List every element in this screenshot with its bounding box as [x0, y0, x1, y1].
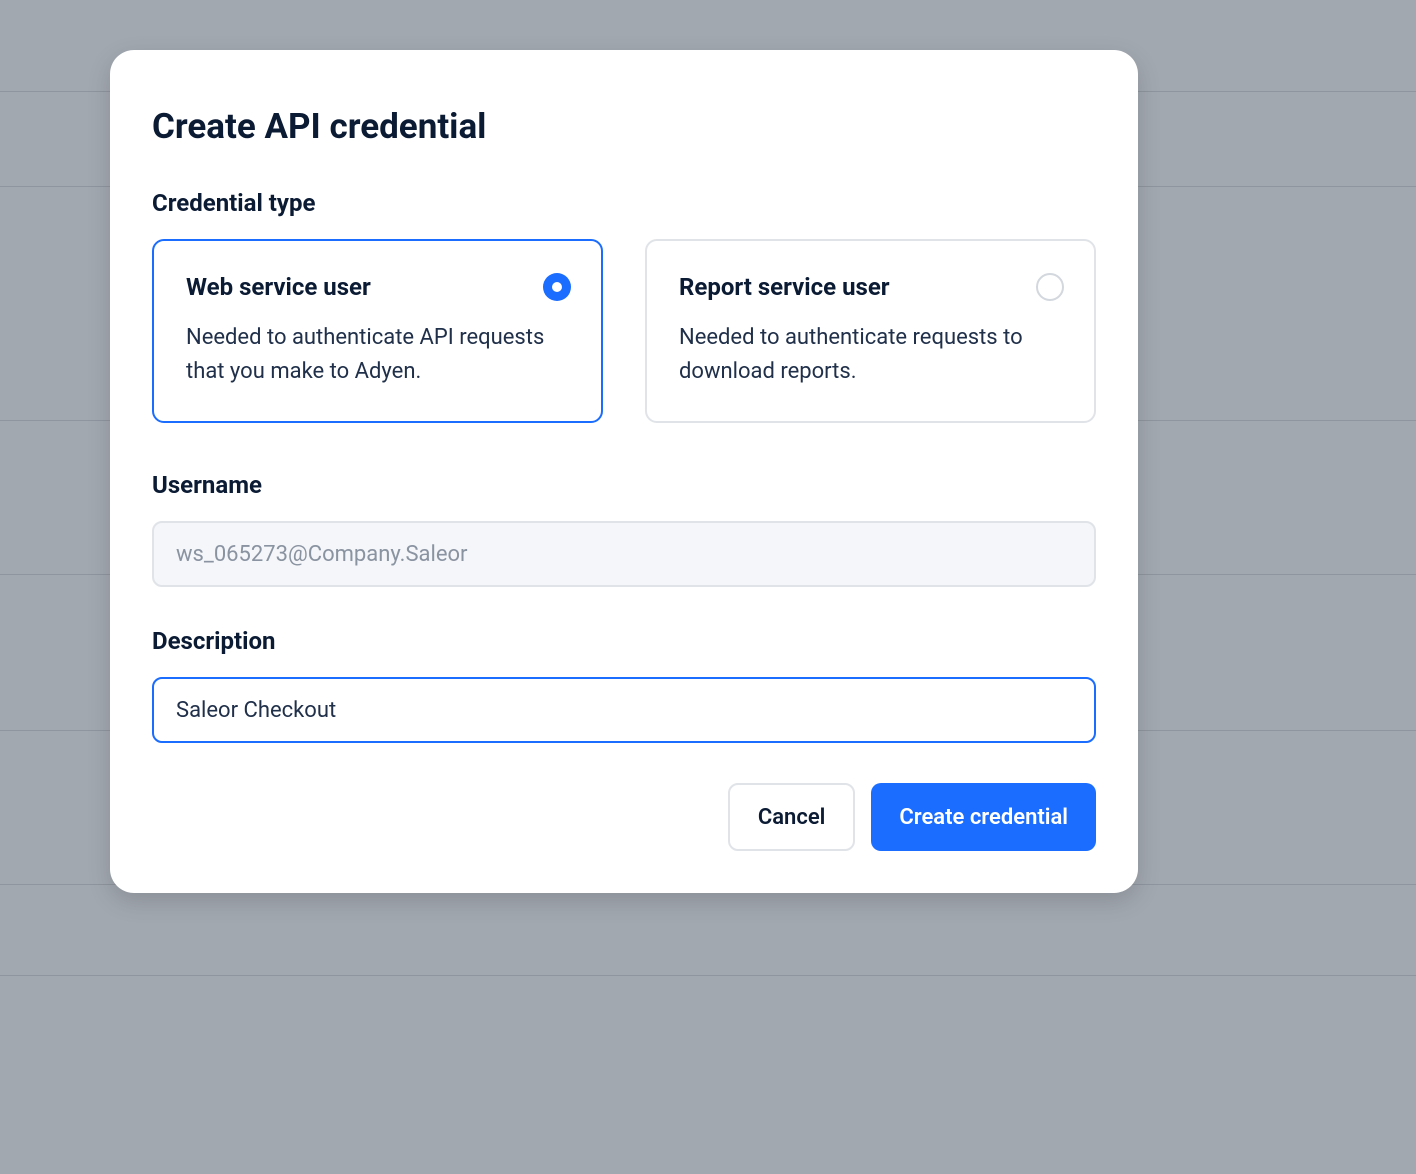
option-title: Web service user — [186, 273, 569, 301]
username-input — [152, 521, 1096, 587]
bg-divider — [0, 975, 1416, 976]
radio-selected-icon — [543, 273, 571, 301]
credential-type-options: Web service user Needed to authenticate … — [152, 239, 1096, 423]
create-credential-button[interactable]: Create credential — [871, 783, 1096, 851]
option-title: Report service user — [679, 273, 1062, 301]
create-api-credential-modal: Create API credential Credential type We… — [110, 50, 1138, 893]
cancel-button[interactable]: Cancel — [728, 783, 856, 851]
description-label: Description — [152, 627, 1096, 655]
description-field-group: Description — [152, 627, 1096, 743]
credential-type-web-service[interactable]: Web service user Needed to authenticate … — [152, 239, 603, 423]
option-description: Needed to authenticate requests to downl… — [679, 321, 1062, 389]
option-description: Needed to authenticate API requests that… — [186, 321, 569, 389]
username-label: Username — [152, 471, 1096, 499]
modal-title: Create API credential — [152, 106, 1096, 147]
radio-unselected-icon — [1036, 273, 1064, 301]
username-field-group: Username — [152, 471, 1096, 587]
description-input[interactable] — [152, 677, 1096, 743]
modal-actions: Cancel Create credential — [152, 783, 1096, 851]
credential-type-report-service[interactable]: Report service user Needed to authentica… — [645, 239, 1096, 423]
credential-type-label: Credential type — [152, 189, 1096, 217]
